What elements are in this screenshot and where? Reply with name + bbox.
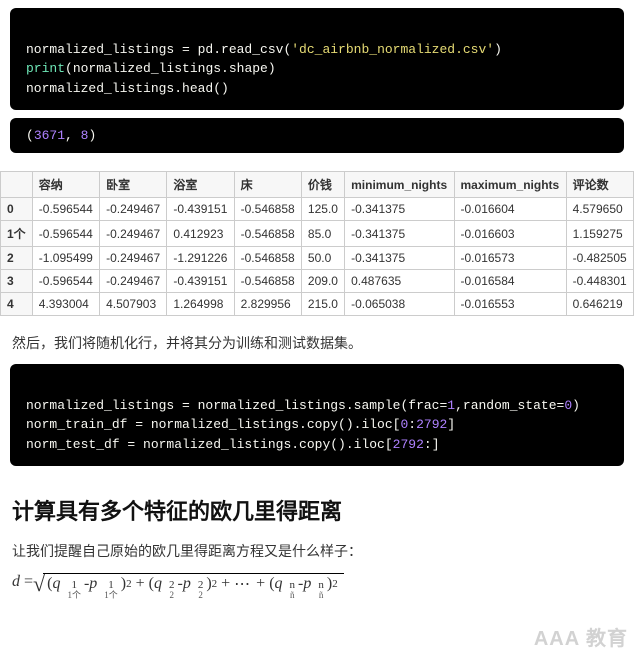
formula-var-d: d (12, 573, 24, 591)
table-cell: -0.439151 (167, 270, 234, 293)
paren-open: ( (26, 128, 34, 143)
table-col-header: 卧室 (100, 172, 167, 198)
table-cell: -0.249467 (100, 247, 167, 270)
table-cell: -0.546858 (234, 198, 301, 221)
code-string: 'dc_airbnb_normalized.csv' (291, 42, 494, 57)
table-cell: -1.095499 (32, 247, 99, 270)
code-text: ) (494, 42, 502, 57)
code-text: norm_test_df = normalized_listings.copy(… (26, 437, 393, 452)
table-cell: 4.579650 (566, 198, 633, 221)
output-block: (3671, 8) (10, 118, 624, 153)
table-cell: -0.546858 (234, 270, 301, 293)
code-block-2: normalized_listings = normalized_listing… (10, 364, 624, 466)
table-col-header: 价钱 (301, 172, 344, 198)
code-text: normalized_listings = normalized_listing… (26, 398, 447, 413)
table-cell: -0.249467 (100, 270, 167, 293)
table-row: 2-1.095499-0.249467-1.291226-0.54685850.… (1, 247, 634, 270)
table-cell: -0.596544 (32, 270, 99, 293)
table-row: 1个-0.596544-0.2494670.412923-0.54685885.… (1, 221, 634, 247)
table-cell: -0.448301 (566, 270, 633, 293)
section-heading: 计算具有多个特征的欧几里得距离 (12, 494, 622, 526)
table-col-header: minimum_nights (345, 172, 454, 198)
table-row: 0-0.596544-0.249467-0.439151-0.546858125… (1, 198, 634, 221)
table-cell: 1.159275 (566, 221, 633, 247)
code-text: normalized_listings = pd.read_csv( (26, 42, 291, 57)
table-cell: -0.596544 (32, 198, 99, 221)
table-cell: -0.065038 (345, 293, 454, 316)
code-text: normalized_listings.head() (26, 81, 229, 96)
table-row: 44.3930044.5079031.2649982.829956215.0-0… (1, 293, 634, 316)
code-builtin: print (26, 61, 65, 76)
table-cell: -0.249467 (100, 221, 167, 247)
code-text: :] (424, 437, 440, 452)
table-col-header: 床 (234, 172, 301, 198)
table-cell: -0.546858 (234, 247, 301, 270)
table-cell: -0.341375 (345, 221, 454, 247)
table-row-index: 1个 (1, 221, 33, 247)
table-cell: 2.829956 (234, 293, 301, 316)
prose-text: 然后，我们将随机化行，并将其分为训练和测试数据集。 (12, 332, 622, 354)
code-text: norm_train_df = normalized_listings.copy… (26, 417, 400, 432)
code-text: (normalized_listings.shape) (65, 61, 276, 76)
code-text: ] (447, 417, 455, 432)
table-col-header: 容纳 (32, 172, 99, 198)
table-cell: 209.0 (301, 270, 344, 293)
radicand: (q11个 - p11个) 2 + (q22 - p22) 2 + ⋯ + (q… (43, 573, 344, 594)
table-col-header: maximum_nights (454, 172, 566, 198)
table-cell: -0.596544 (32, 221, 99, 247)
table-cell: 0.487635 (345, 270, 454, 293)
table-cell: -0.482505 (566, 247, 633, 270)
table-cell: -0.341375 (345, 198, 454, 221)
table-index-header (1, 172, 33, 198)
output-num: 3671 (34, 128, 65, 143)
code-text: : (408, 417, 416, 432)
table-cell: 1.264998 (167, 293, 234, 316)
table-row-index: 0 (1, 198, 33, 221)
table-cell: -1.291226 (167, 247, 234, 270)
table-col-header: 浴室 (167, 172, 234, 198)
table-cell: -0.439151 (167, 198, 234, 221)
table-cell: -0.016573 (454, 247, 566, 270)
code-block-1: normalized_listings = pd.read_csv('dc_ai… (10, 8, 624, 110)
table-cell: -0.016603 (454, 221, 566, 247)
paren-close: ) (88, 128, 96, 143)
table-cell: 50.0 (301, 247, 344, 270)
distance-formula: d = √ (q11个 - p11个) 2 + (q22 - p22) 2 + … (12, 573, 622, 595)
prose-text: 让我们提醒自己原始的欧几里得距离方程又是什么样子： (12, 540, 622, 562)
table-cell: -0.341375 (345, 247, 454, 270)
table-cell: -0.249467 (100, 198, 167, 221)
watermark: AAA 教育 (534, 622, 628, 651)
table-cell: 0.412923 (167, 221, 234, 247)
table-cell: 125.0 (301, 198, 344, 221)
table-col-header: 评论数 (566, 172, 633, 198)
table-cell: 85.0 (301, 221, 344, 247)
code-text: ,random_state= (455, 398, 564, 413)
table-row-index: 4 (1, 293, 33, 316)
table-row: 3-0.596544-0.249467-0.439151-0.546858209… (1, 270, 634, 293)
code-number: 1 (447, 398, 455, 413)
dataframe-table-wrap: 容纳卧室浴室床价钱minimum_nightsmaximum_nights评论数… (0, 171, 634, 316)
table-cell: 4.507903 (100, 293, 167, 316)
table-cell: -0.016604 (454, 198, 566, 221)
code-number: 2792 (416, 417, 447, 432)
table-cell: 4.393004 (32, 293, 99, 316)
table-cell: 0.646219 (566, 293, 633, 316)
code-text: ) (572, 398, 580, 413)
table-row-index: 3 (1, 270, 33, 293)
table-cell: 215.0 (301, 293, 344, 316)
table-cell: -0.016584 (454, 270, 566, 293)
code-number: 0 (564, 398, 572, 413)
code-number: 2792 (393, 437, 424, 452)
table-cell: -0.546858 (234, 221, 301, 247)
table-cell: -0.016553 (454, 293, 566, 316)
dataframe-table: 容纳卧室浴室床价钱minimum_nightsmaximum_nights评论数… (0, 171, 634, 316)
formula-eq: = (24, 573, 33, 591)
table-row-index: 2 (1, 247, 33, 270)
comma: , (65, 128, 81, 143)
